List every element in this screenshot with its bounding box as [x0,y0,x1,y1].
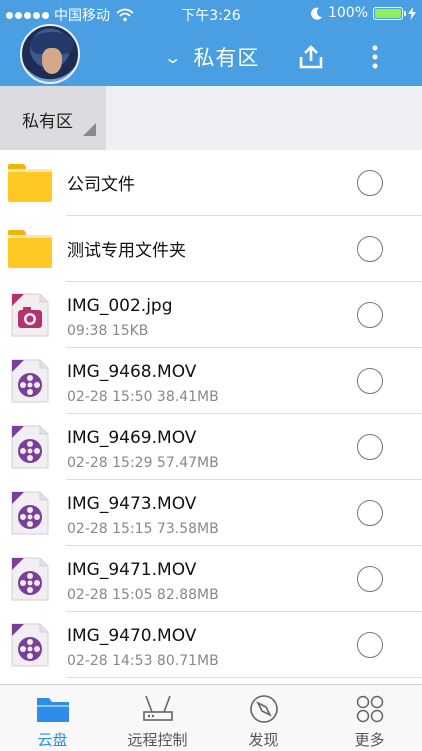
more-vertical-icon[interactable] [364,44,386,70]
file-meta: 09:38 15KB [67,323,149,339]
video-file-icon [11,425,49,469]
list-item[interactable]: IMG_9469.MOV 02-28 15:29 57.47MB [0,414,422,480]
title-dropdown[interactable]: ⌄ 私有区 [163,42,260,72]
corner-triangle-icon [83,123,96,136]
select-checkbox[interactable] [357,236,383,262]
list-item[interactable]: IMG_9473.MOV 02-28 15:15 73.58MB [0,480,422,546]
file-meta: 02-28 14:53 80.71MB [67,653,219,669]
folder-icon [8,164,52,202]
list-item[interactable]: 测试专用文件夹 [0,216,422,282]
list-item[interactable]: IMG_9471.MOV 02-28 15:05 82.88MB [0,546,422,612]
breadcrumb-item[interactable]: 私有区 [0,86,106,150]
app-header: 中国移动 下午3:26 100% ⌄ 私有区 [0,0,422,86]
file-name: IMG_9468.MOV [67,362,197,382]
video-file-icon [11,359,49,403]
video-file-icon [11,491,49,535]
file-name: IMG_9473.MOV [67,494,197,514]
list-item[interactable]: IMG_002.jpg 09:38 15KB [0,282,422,348]
moon-icon [310,7,322,20]
select-checkbox[interactable] [357,632,383,658]
file-meta: 02-28 15:15 73.58MB [67,521,219,537]
battery-percent: 100% [327,5,368,21]
list-item[interactable]: IMG_9468.MOV 02-28 15:50 38.41MB [0,348,422,414]
select-checkbox[interactable] [357,500,383,526]
compass-icon [249,695,278,723]
grid-circles-icon [356,695,383,723]
tab-more[interactable]: 更多 [317,685,422,751]
tab-label: 更多 [354,731,385,749]
upload-icon[interactable] [298,44,324,70]
tab-label: 发现 [248,731,279,749]
file-name: 测试专用文件夹 [67,241,186,261]
select-checkbox[interactable] [357,434,383,460]
select-checkbox[interactable] [357,302,383,328]
breadcrumb-label: 私有区 [22,112,73,132]
battery-icon [373,6,406,20]
select-checkbox[interactable] [357,566,383,592]
folder-icon [8,230,52,268]
video-file-icon [11,623,49,667]
video-file-icon [11,557,49,601]
file-meta: 02-28 15:05 82.88MB [67,587,219,603]
select-checkbox[interactable] [357,368,383,394]
status-bar: 中国移动 下午3:26 100% [0,0,422,28]
folder-icon [36,698,69,722]
list-item[interactable]: IMG_9470.MOV 02-28 14:53 80.71MB [0,612,422,678]
chevron-down-icon: ⌄ [163,47,183,67]
file-meta: 02-28 15:29 57.47MB [67,455,219,471]
file-name: IMG_9470.MOV [67,626,197,646]
tab-cloud[interactable]: 云盘 [0,685,105,751]
list-item[interactable]: 公司文件 [0,150,422,216]
tab-bar: 云盘 远程控制 发现 更多 [0,684,422,750]
page-title: 私有区 [193,46,260,70]
avatar[interactable] [20,24,80,84]
file-name: IMG_9471.MOV [67,560,197,580]
tab-remote-control[interactable]: 远程控制 [105,685,210,751]
router-icon [142,695,173,721]
select-checkbox[interactable] [357,170,383,196]
file-name: 公司文件 [67,175,135,195]
file-meta: 02-28 15:50 38.41MB [67,389,219,405]
tab-label: 远程控制 [127,731,188,749]
image-file-icon [11,293,49,337]
file-list: 公司文件 测试专用文件夹 IMG_002.jpg 09:38 15KB IMG_… [0,150,422,678]
tab-discover[interactable]: 发现 [211,685,316,751]
tab-label: 云盘 [37,731,68,749]
file-name: IMG_002.jpg [67,296,173,316]
breadcrumb: 私有区 [0,86,422,150]
file-name: IMG_9469.MOV [67,428,197,448]
charging-icon [408,6,416,20]
